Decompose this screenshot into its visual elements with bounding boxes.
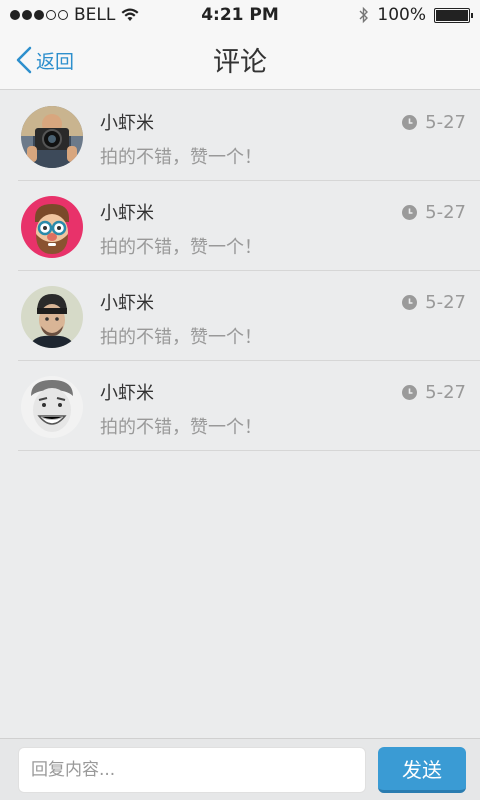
battery-icon [434, 7, 473, 23]
comment-time: 5-27 [402, 382, 466, 403]
smiling-man-avatar[interactable] [21, 376, 83, 438]
bluetooth-icon [359, 6, 369, 24]
clock-icon [402, 205, 418, 220]
time-label: 5-27 [425, 382, 466, 403]
comment-time: 5-27 [402, 202, 466, 223]
comment-content: 拍的不错，赞一个！ [100, 147, 262, 168]
clock-icon [402, 295, 418, 310]
comment-item[interactable]: 小虾米 5-27 拍的不错，赞一个！ [18, 91, 480, 181]
cartoon-man-avatar[interactable] [21, 196, 83, 258]
chevron-left-icon [16, 46, 32, 74]
comment-item[interactable]: 小虾米 5-27 拍的不错，赞一个！ [18, 271, 480, 361]
commenter-name: 小虾米 [100, 113, 154, 134]
commenter-name: 小虾米 [100, 293, 154, 314]
reply-bar: 发送 [0, 738, 480, 800]
nav-bar: 返回 评论 [0, 30, 480, 90]
time-label: 5-27 [425, 292, 466, 313]
status-bar: BELL 4:21 PM 100% [0, 0, 480, 30]
comment-content: 拍的不错，赞一个！ [100, 327, 262, 348]
commenter-name: 小虾米 [100, 383, 154, 404]
time-label: 5-27 [425, 202, 466, 223]
comment-content: 拍的不错，赞一个！ [100, 417, 262, 438]
time-label: 5-27 [425, 112, 466, 133]
reply-input[interactable] [18, 747, 366, 793]
commenter-name: 小虾米 [100, 203, 154, 224]
status-right: 100% [359, 5, 473, 25]
comment-time: 5-27 [402, 292, 466, 313]
battery-label: 100% [377, 5, 426, 25]
photographer-avatar[interactable] [21, 106, 83, 168]
send-button[interactable]: 发送 [378, 747, 466, 793]
wifi-icon [121, 8, 139, 21]
carrier-label: BELL [74, 5, 116, 25]
comment-time: 5-27 [402, 112, 466, 133]
status-left: BELL [10, 5, 139, 25]
beanie-man-avatar[interactable] [21, 286, 83, 348]
signal-icon [10, 10, 68, 20]
comment-content: 拍的不错，赞一个！ [100, 237, 262, 258]
comment-item[interactable]: 小虾米 5-27 拍的不错，赞一个！ [18, 181, 480, 271]
clock-icon [402, 115, 418, 130]
back-label: 返回 [36, 50, 75, 73]
comment-list: 小虾米 5-27 拍的不错，赞一个！ 小虾米 5-27 拍的不错，赞一个！ 小虾… [0, 91, 480, 451]
back-button[interactable]: 返回 [16, 30, 74, 90]
comment-item[interactable]: 小虾米 5-27 拍的不错，赞一个！ [18, 361, 480, 451]
clock-icon [402, 385, 418, 400]
